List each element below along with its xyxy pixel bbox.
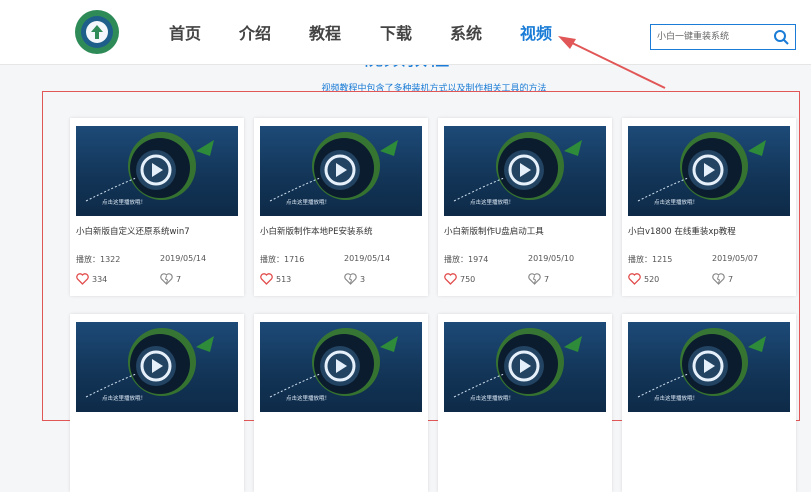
annotation-arrow: [558, 36, 666, 89]
